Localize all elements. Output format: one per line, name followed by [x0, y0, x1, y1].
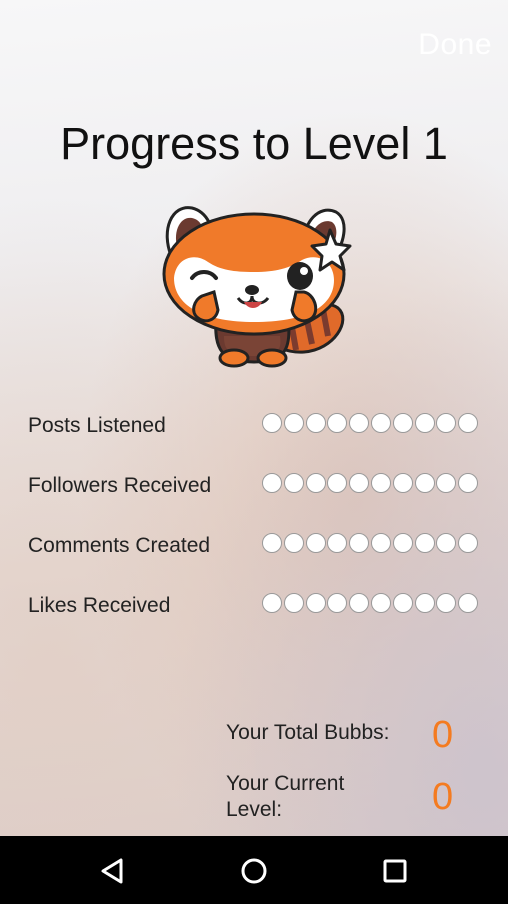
progress-row-comments-created: Comments Created: [28, 530, 488, 560]
progress-dot: [262, 473, 282, 493]
page-title: Progress to Level 1: [60, 118, 448, 169]
progress-label: Posts Listened: [28, 414, 166, 437]
progress-label: Likes Received: [28, 594, 171, 617]
progress-dot: [262, 593, 282, 613]
progress-row-posts-listened: Posts Listened: [28, 410, 488, 440]
current-level-value: 0: [432, 776, 454, 818]
progress-dot: [392, 413, 413, 433]
progress-dot: [349, 473, 370, 493]
red-panda-mascot-icon: [162, 206, 352, 368]
progress-dot: [283, 413, 304, 433]
progress-dot: [458, 593, 479, 613]
progress-dot: [283, 533, 304, 553]
progress-label: Comments Created: [28, 534, 211, 557]
progress-dot: [327, 533, 348, 553]
progress-dot: [327, 473, 348, 493]
progress-dot: [414, 533, 435, 553]
progress-dot: [414, 473, 435, 493]
progress-dots: [262, 593, 480, 615]
progress-dot: [414, 593, 435, 613]
progress-dot: [305, 593, 326, 613]
progress-row-followers-received: Followers Received: [28, 470, 488, 500]
progress-dots: [262, 473, 480, 495]
progress-dot: [283, 593, 304, 613]
progress-dot: [370, 593, 391, 613]
progress-dot: [370, 473, 391, 493]
progress-dot: [305, 473, 326, 493]
total-bubbs-value: 0: [432, 714, 454, 756]
home-circle-icon[interactable]: [237, 854, 271, 888]
progress-dot: [370, 533, 391, 553]
progress-dot: [414, 413, 435, 433]
progress-dot: [283, 473, 304, 493]
progress-dot: [327, 413, 348, 433]
progress-dot: [262, 413, 282, 433]
progress-dot: [349, 593, 370, 613]
progress-dot: [327, 593, 348, 613]
progress-dot: [458, 473, 479, 493]
progress-dot: [349, 533, 370, 553]
progress-row-likes-received: Likes Received: [28, 590, 488, 620]
progress-dot: [392, 593, 413, 613]
progress-dot: [436, 473, 457, 493]
progress-dot: [458, 533, 479, 553]
progress-label: Followers Received: [28, 474, 212, 497]
current-level-label-line2: Level:: [226, 798, 283, 821]
progress-dots: [262, 413, 480, 435]
progress-dot: [262, 533, 282, 553]
progress-dots: [262, 533, 480, 555]
current-level-label-line1: Your Current: [226, 772, 345, 795]
progress-screen: Done Progress to Level 1 Posts Listened …: [0, 0, 508, 836]
progress-dot: [392, 473, 413, 493]
system-navbar: [0, 836, 508, 904]
progress-dot: [305, 413, 326, 433]
progress-dot: [458, 413, 479, 433]
total-bubbs-label: Your Total Bubbs:: [226, 721, 390, 744]
back-triangle-icon[interactable]: [97, 854, 131, 888]
progress-dot: [370, 413, 391, 433]
progress-dot: [392, 533, 413, 553]
done-button[interactable]: Done: [418, 28, 492, 62]
progress-dot: [349, 413, 370, 433]
progress-dot: [436, 533, 457, 553]
progress-dot: [436, 413, 457, 433]
recents-square-icon[interactable]: [378, 854, 412, 888]
progress-dot: [305, 533, 326, 553]
progress-dot: [436, 593, 457, 613]
